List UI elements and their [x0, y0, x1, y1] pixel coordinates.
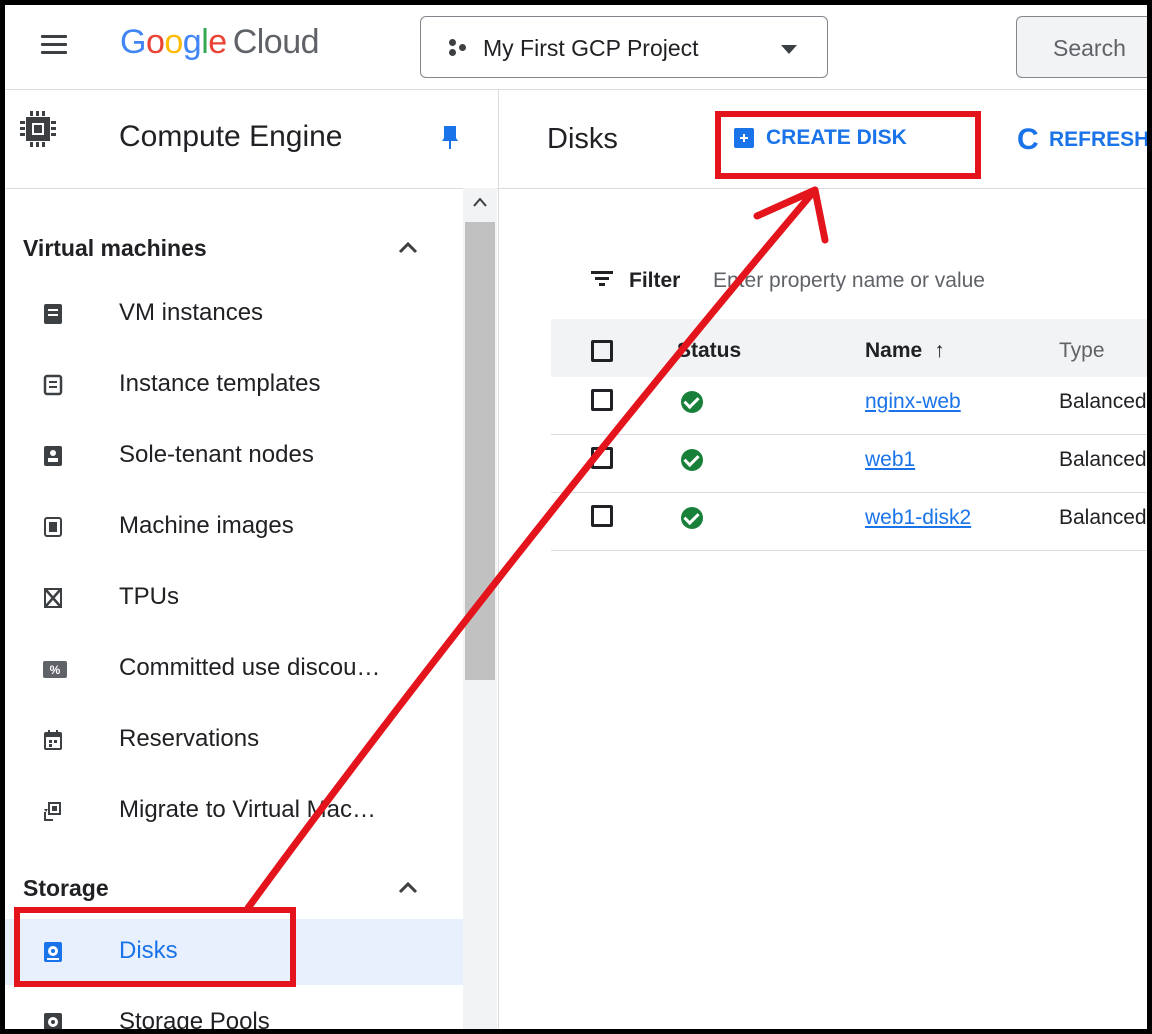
page-title: Disks: [547, 123, 618, 155]
sidebar-item-sole-tenant-nodes[interactable]: Sole-tenant nodes: [5, 423, 463, 489]
sidebar: Compute Engine Virtual machines VM insta…: [5, 90, 499, 1029]
refresh-icon: C: [1017, 123, 1039, 156]
sidebar-item-reservations[interactable]: Reservations: [5, 707, 463, 773]
main-content: Disks CREATE DISK C REFRESH Filter Enter…: [499, 90, 1147, 1029]
filter-label: Filter: [629, 269, 681, 292]
column-name-label: Name: [865, 339, 923, 362]
row-checkbox[interactable]: [591, 389, 613, 411]
sidebar-item-vm-instances[interactable]: VM instances: [5, 281, 463, 347]
sidebar-item-label: TPUs: [119, 583, 179, 610]
sidebar-title: Compute Engine: [119, 120, 343, 153]
table-row: web1-disk2 Balanced: [551, 493, 1147, 551]
project-name: My First GCP Project: [483, 35, 699, 61]
disk-icon: [44, 942, 62, 962]
column-status[interactable]: Status: [677, 339, 741, 363]
instance-template-icon: [43, 374, 63, 396]
column-name[interactable]: Name ↑: [865, 339, 945, 363]
sidebar-item-label: Committed use discou…: [119, 654, 381, 681]
add-box-icon: [734, 128, 754, 148]
project-selector[interactable]: My First GCP Project: [420, 16, 828, 78]
filter-icon: [591, 271, 613, 286]
filter-input[interactable]: Enter property name or value: [713, 269, 985, 293]
sidebar-item-label: Storage Pools: [119, 1008, 270, 1029]
disk-name-link[interactable]: web1-disk2: [865, 506, 971, 530]
row-checkbox[interactable]: [591, 505, 613, 527]
screenshot-frame: GoogleCloud My First GCP Project Search: [5, 5, 1147, 1029]
sidebar-item-label: Reservations: [119, 725, 260, 752]
sidebar-item-tpus[interactable]: TPUs: [5, 565, 463, 631]
sidebar-item-label: Migrate to Virtual Mac…: [119, 796, 376, 823]
sole-tenant-icon: [44, 446, 62, 466]
column-type[interactable]: Type: [1059, 339, 1105, 363]
compute-engine-icon: [20, 111, 56, 147]
sidebar-item-disks[interactable]: Disks: [5, 919, 463, 985]
sidebar-item-label: VM instances: [119, 299, 264, 326]
page-header: Disks CREATE DISK C REFRESH: [499, 90, 1147, 189]
top-bar: Google Cloud My First GCP Project Search: [5, 5, 1147, 90]
sidebar-item-label: Instance templates: [119, 370, 321, 397]
sidebar-scrollbar[interactable]: [463, 188, 497, 1029]
google-cloud-logo[interactable]: Google Cloud: [120, 23, 320, 62]
sidebar-item-machine-images[interactable]: Machine images: [5, 494, 463, 560]
search-input[interactable]: Search: [1016, 16, 1147, 78]
row-checkbox[interactable]: [591, 447, 613, 469]
check-circle-icon: [681, 391, 703, 413]
disk-name-link[interactable]: web1: [865, 448, 915, 472]
disk-name-link[interactable]: nginx-web: [865, 390, 961, 414]
disk-type: Balanced: [1059, 448, 1147, 471]
sidebar-item-committed-use-discounts[interactable]: % Committed use discou…: [5, 636, 463, 702]
check-circle-icon: [681, 449, 703, 471]
project-icon: [449, 39, 469, 57]
chevron-up-icon[interactable]: [397, 240, 419, 254]
sidebar-item-label: Disks: [119, 937, 178, 964]
sidebar-item-label: Sole-tenant nodes: [119, 441, 314, 468]
section-storage: Storage: [23, 875, 109, 901]
sidebar-header: Compute Engine: [5, 90, 498, 189]
chevron-up-icon[interactable]: [397, 880, 419, 894]
disk-type: Balanced: [1059, 390, 1147, 413]
main-menu-icon[interactable]: [41, 35, 67, 55]
disks-table: Status Name ↑ Type nginx-web Balanced web…: [551, 319, 1147, 551]
sidebar-item-migrate-to-virtual-machines[interactable]: Migrate to Virtual Mac…: [5, 778, 463, 844]
sidebar-item-instance-templates[interactable]: Instance templates: [5, 352, 463, 418]
vm-instance-icon: [44, 304, 62, 324]
scroll-up-icon[interactable]: [472, 196, 488, 208]
storage-pool-icon: [44, 1013, 62, 1029]
scrollbar-thumb[interactable]: [465, 222, 495, 680]
svg-text:%: %: [50, 663, 61, 677]
table-row: web1 Balanced: [551, 435, 1147, 493]
calendar-icon: [44, 730, 62, 750]
percent-icon: %: [43, 661, 67, 678]
create-disk-label: CREATE DISK: [766, 126, 907, 149]
table-row: nginx-web Balanced: [551, 377, 1147, 435]
section-virtual-machines: Virtual machines: [23, 235, 207, 261]
tpu-icon: [44, 588, 62, 608]
refresh-label: REFRESH: [1049, 128, 1147, 151]
search-placeholder: Search: [1053, 35, 1126, 61]
disk-type: Balanced: [1059, 506, 1147, 529]
sort-ascending-icon: ↑: [934, 339, 945, 362]
migrate-icon: [44, 802, 61, 821]
pin-icon[interactable]: [442, 126, 458, 150]
sidebar-item-label: Machine images: [119, 512, 294, 539]
sidebar-item-storage-pools[interactable]: Storage Pools: [5, 990, 463, 1029]
table-header: Status Name ↑ Type: [551, 319, 1147, 377]
machine-image-icon: [44, 517, 62, 537]
check-circle-icon: [681, 507, 703, 529]
chevron-down-icon: [781, 45, 797, 54]
select-all-checkbox[interactable]: [591, 340, 613, 362]
